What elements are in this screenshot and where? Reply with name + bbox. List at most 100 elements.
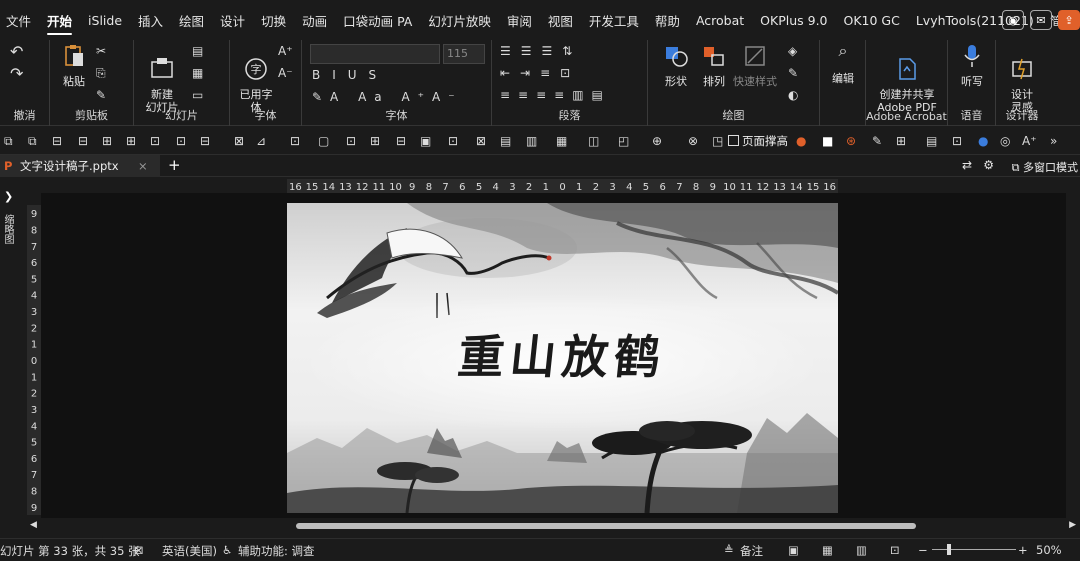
scroll-left-icon[interactable]: ◀ xyxy=(30,520,37,530)
font-color-buttons[interactable]: ✎A Aa A⁺A⁻ xyxy=(312,90,463,104)
quick-tool-icon[interactable]: ⊛ xyxy=(846,134,860,148)
comment-icon[interactable]: ✉ xyxy=(1030,10,1052,30)
quick-tool-icon[interactable]: ● xyxy=(796,134,810,148)
quick-tool-icon[interactable]: ▤ xyxy=(500,134,514,148)
new-tab-icon[interactable]: + xyxy=(168,156,181,174)
quick-tool-icon[interactable]: ⊡ xyxy=(448,134,462,148)
zoom-out-icon[interactable]: − xyxy=(918,543,928,557)
language-indicator[interactable]: 英语(美国) xyxy=(162,543,217,559)
quick-tool-icon[interactable]: ⊗ xyxy=(688,134,702,148)
doc-tab[interactable]: P 文字设计稿子.pptx × xyxy=(0,155,160,177)
menu-tab[interactable]: OK10 GC xyxy=(844,13,900,28)
zoom-slider-thumb[interactable] xyxy=(947,544,951,555)
slide-canvas[interactable]: 重山放鹤 xyxy=(287,203,838,513)
expand-arrow-icon[interactable]: ❯ xyxy=(4,190,13,203)
shape-button[interactable]: 形状 xyxy=(658,44,694,88)
quick-tool-icon[interactable]: ⊠ xyxy=(476,134,490,148)
reset-slide-icon[interactable]: ▦ xyxy=(192,66,203,80)
menu-tab[interactable]: iSlide xyxy=(88,13,122,28)
horizontal-scrollbar[interactable]: ◀ ▶ xyxy=(30,519,1080,533)
menu-tab[interactable]: 文件 xyxy=(6,11,31,30)
quick-tool-icon[interactable]: ▥ xyxy=(526,134,540,148)
quick-tool-icon[interactable]: ⊠ xyxy=(234,134,248,148)
copy-icon[interactable]: ⎘ xyxy=(96,66,106,81)
indent-icons[interactable]: ⇤⇥≡⊡ xyxy=(500,66,580,80)
quick-tool-icon[interactable]: ◫ xyxy=(588,134,602,148)
menu-tab[interactable]: OKPlus 9.0 xyxy=(760,13,827,28)
quick-tool-icon[interactable]: ▣ xyxy=(420,134,434,148)
vertical-scrollbar[interactable] xyxy=(1066,193,1080,518)
zoom-level[interactable]: 50% xyxy=(1036,543,1062,557)
menu-tab[interactable]: 动画 xyxy=(302,11,327,30)
menu-tab[interactable]: 开发工具 xyxy=(589,11,639,30)
thumbnail-panel-collapsed[interactable]: ❯ 缩略图 xyxy=(0,178,16,518)
quick-tool-icon[interactable]: ⊡ xyxy=(290,134,304,148)
spellcheck-icon[interactable]: ⊠ xyxy=(134,543,144,557)
scroll-right-icon[interactable]: ▶ xyxy=(1069,520,1076,530)
quick-tool-icon[interactable]: A⁺ xyxy=(1022,134,1037,148)
menu-tab[interactable]: 绘图 xyxy=(179,11,204,30)
quick-tool-icon[interactable]: ⊟ xyxy=(200,134,214,148)
shrink-font-icon[interactable]: A⁻ xyxy=(278,66,293,80)
quick-tool-icon[interactable]: ⊕ xyxy=(652,134,666,148)
menu-tab[interactable]: 审阅 xyxy=(507,11,532,30)
font-format-buttons[interactable]: BIUS xyxy=(312,68,388,82)
zoom-slider-track[interactable] xyxy=(932,549,1016,550)
format-painter-icon[interactable]: ✎ xyxy=(96,88,106,102)
normal-view-icon[interactable]: ▣ xyxy=(788,543,799,557)
page-stretch-checkbox[interactable] xyxy=(728,135,739,146)
quick-tool-icon[interactable]: ✎ xyxy=(872,134,886,148)
notes-button[interactable]: 备注 xyxy=(740,543,763,559)
record-icon[interactable]: ◉ xyxy=(1002,10,1024,30)
grow-font-icon[interactable]: A⁺ xyxy=(278,44,293,58)
paste-button[interactable]: 粘贴 xyxy=(58,44,90,88)
quick-tool-icon[interactable]: ⊡ xyxy=(952,134,966,148)
quick-tool-icon[interactable]: ● xyxy=(978,134,992,148)
fill-icon[interactable]: ◈ xyxy=(788,44,797,58)
quick-tool-icon[interactable]: ⊿ xyxy=(256,134,270,148)
layout-icon[interactable]: ▤ xyxy=(192,44,203,58)
quick-tool-icon[interactable]: ⊞ xyxy=(126,134,140,148)
editing-button[interactable]: ⌕ 编辑 xyxy=(826,43,860,86)
quick-tool-icon[interactable]: ⊟ xyxy=(78,134,92,148)
page-stretch-label[interactable]: 页面撑高 xyxy=(742,133,788,149)
menu-tab[interactable]: 切换 xyxy=(261,11,286,30)
quick-tool-icon[interactable]: ⊞ xyxy=(896,134,910,148)
menu-tab[interactable]: 口袋动画 PA xyxy=(343,11,412,30)
cut-icon[interactable]: ✂ xyxy=(96,44,106,58)
menu-tab[interactable]: 插入 xyxy=(138,11,163,30)
font-size-input[interactable]: 115 xyxy=(443,44,485,64)
quick-tool-icon[interactable]: ⊡ xyxy=(176,134,190,148)
quick-tool-icon[interactable]: ⊡ xyxy=(150,134,164,148)
quick-tool-icon[interactable]: ■ xyxy=(822,134,836,148)
quick-tool-icon[interactable]: ⊡ xyxy=(346,134,360,148)
quick-tool-icon[interactable]: ◰ xyxy=(618,134,632,148)
menu-tab[interactable]: Acrobat xyxy=(696,13,744,28)
quick-tool-icon[interactable]: ◎ xyxy=(1000,134,1014,148)
effects-icon[interactable]: ◐ xyxy=(788,88,798,102)
dictate-button[interactable]: 听写 xyxy=(954,44,990,88)
zoom-in-icon[interactable]: + xyxy=(1018,543,1028,557)
menu-tab[interactable]: 设计 xyxy=(220,11,245,30)
align-icons[interactable]: ≡≡≡≡▥▤ xyxy=(500,88,611,102)
accessibility-status[interactable]: 辅助功能: 调查 xyxy=(238,543,315,559)
font-name-input[interactable] xyxy=(310,44,440,64)
menu-tab[interactable]: 帮助 xyxy=(655,11,680,30)
redo-icon[interactable]: ↷ xyxy=(10,64,23,83)
section-icon[interactable]: ▭ xyxy=(192,88,203,102)
outline-icon[interactable]: ✎ xyxy=(788,66,798,80)
horizontal-scroll-thumb[interactable] xyxy=(296,523,916,529)
undo-icon[interactable]: ↶ xyxy=(10,42,23,61)
menu-tab[interactable]: 视图 xyxy=(548,11,573,30)
quick-tool-icon[interactable]: ▤ xyxy=(926,134,940,148)
quick-tool-icon[interactable]: ⊟ xyxy=(396,134,410,148)
quick-tool-icon[interactable]: ⊞ xyxy=(370,134,384,148)
share-icon[interactable]: ⇪ xyxy=(1058,10,1080,30)
multi-window-button[interactable]: ⧉ 多窗口模式 xyxy=(1012,159,1078,175)
slide-sorter-icon[interactable]: ▦ xyxy=(822,543,833,557)
quick-tool-icon[interactable]: ⊟ xyxy=(52,134,66,148)
translate-icon[interactable]: ⇄ xyxy=(962,158,972,172)
reading-view-icon[interactable]: ▥ xyxy=(856,543,867,557)
menu-tab[interactable]: 开始 xyxy=(47,11,73,35)
quick-style-button[interactable]: 快速样式 xyxy=(732,44,778,88)
